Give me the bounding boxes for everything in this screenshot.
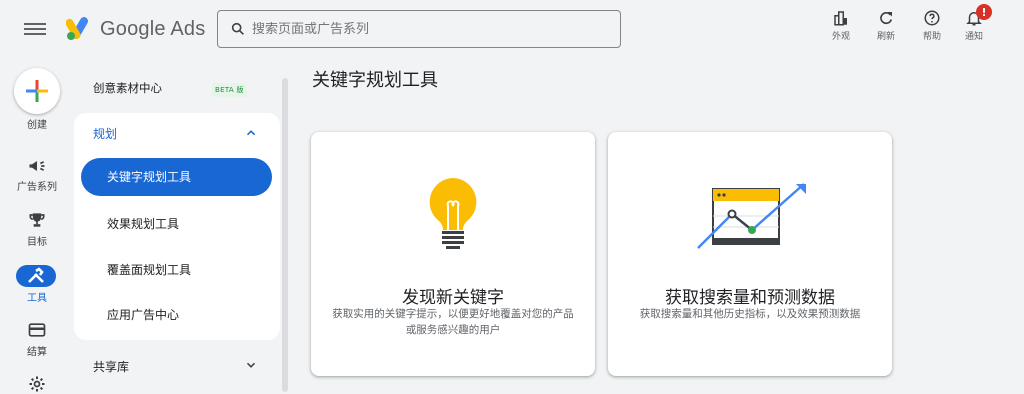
lightbulb-icon <box>429 178 477 249</box>
search-volume-forecast-card[interactable]: 获取搜索量和预测数据 获取搜索量和其他历史指标，以及效果预测数据 <box>608 132 892 376</box>
chevron-up-icon[interactable] <box>244 126 258 140</box>
planning-section: 规划 关键字规划工具 效果规划工具 覆盖面规划工具 应用广告中心 <box>74 113 280 340</box>
nav-performance-planner[interactable]: 效果规划工具 <box>107 215 179 232</box>
search-input[interactable] <box>252 21 602 37</box>
create-label: 创建 <box>27 120 47 131</box>
appearance-label: 外观 <box>831 32 850 42</box>
create-button[interactable] <box>14 68 60 114</box>
rail-billing-label[interactable]: 结算 <box>0 343 74 358</box>
megaphone-icon[interactable] <box>27 156 47 176</box>
refresh-icon <box>880 11 893 25</box>
notifications-label: 通知 <box>964 32 983 42</box>
discover-keywords-card[interactable]: 发现新关键字 获取实用的关键字提示，以便更好地覆盖对您的产品或服务感兴趣的用户 <box>311 132 595 376</box>
refresh-label: 刷新 <box>876 32 895 42</box>
planning-header[interactable]: 规划 <box>93 125 117 142</box>
help-label: 帮助 <box>922 32 941 42</box>
beta-badge: BETA 版 <box>212 83 247 97</box>
search-icon <box>231 22 244 35</box>
trophy-icon[interactable] <box>27 210 47 230</box>
card-description: 获取搜索量和其他历史指标，以及效果预测数据 <box>639 308 861 320</box>
nav-creative-center[interactable]: 创意素材中心 <box>93 80 162 96</box>
refresh-button[interactable]: 刷新 <box>868 9 904 42</box>
card-title: 发现新关键字 <box>402 288 504 308</box>
nav-keyword-planner[interactable]: 关键字规划工具 <box>81 158 272 196</box>
google-ads-logo[interactable]: Google Ads <box>66 17 205 41</box>
brand-name: Google Ads <box>100 17 206 40</box>
gear-icon[interactable] <box>27 374 47 394</box>
forecast-chart-icon <box>697 183 806 249</box>
card-description: 获取实用的关键字提示，以便更好地覆盖对您的产品或服务感兴趣的用户 <box>332 308 574 336</box>
top-bar: Google Ads 外观 刷新 帮助 ! 通知 <box>0 0 1024 58</box>
menu-icon[interactable] <box>24 20 46 38</box>
tools-icon <box>28 267 44 283</box>
tools-nav-panel: 创意素材中心 BETA 版 规划 关键字规划工具 效果规划工具 覆盖面规划工具 … <box>74 58 280 392</box>
notifications-button[interactable]: ! 通知 <box>956 4 992 42</box>
left-rail: 创建 广告系列 目标 工具 结算 <box>0 58 74 392</box>
rail-goals-label[interactable]: 目标 <box>0 233 74 248</box>
rail-tools-active[interactable] <box>16 265 56 287</box>
appearance-button[interactable]: 外观 <box>823 9 859 42</box>
notification-badge: ! <box>976 4 992 20</box>
nav-scrollbar[interactable] <box>282 78 288 392</box>
chevron-down-icon[interactable] <box>244 358 258 372</box>
google-ads-mark-icon <box>66 17 88 40</box>
card-title: 获取搜索量和预测数据 <box>665 288 835 308</box>
nav-app-ads-hub[interactable]: 应用广告中心 <box>107 306 179 323</box>
rail-campaigns-label[interactable]: 广告系列 <box>0 178 74 193</box>
rail-tools-label[interactable]: 工具 <box>0 289 74 304</box>
plus-icon <box>26 80 48 102</box>
help-icon <box>924 10 940 26</box>
nav-reach-planner[interactable]: 覆盖面规划工具 <box>107 261 191 278</box>
help-button[interactable]: 帮助 <box>914 9 950 42</box>
appearance-icon <box>834 11 847 26</box>
card-icon[interactable] <box>27 320 47 340</box>
page-title: 关键字规划工具 <box>312 70 438 91</box>
search-box[interactable] <box>217 10 621 48</box>
nav-shared-library[interactable]: 共享库 <box>93 358 129 375</box>
